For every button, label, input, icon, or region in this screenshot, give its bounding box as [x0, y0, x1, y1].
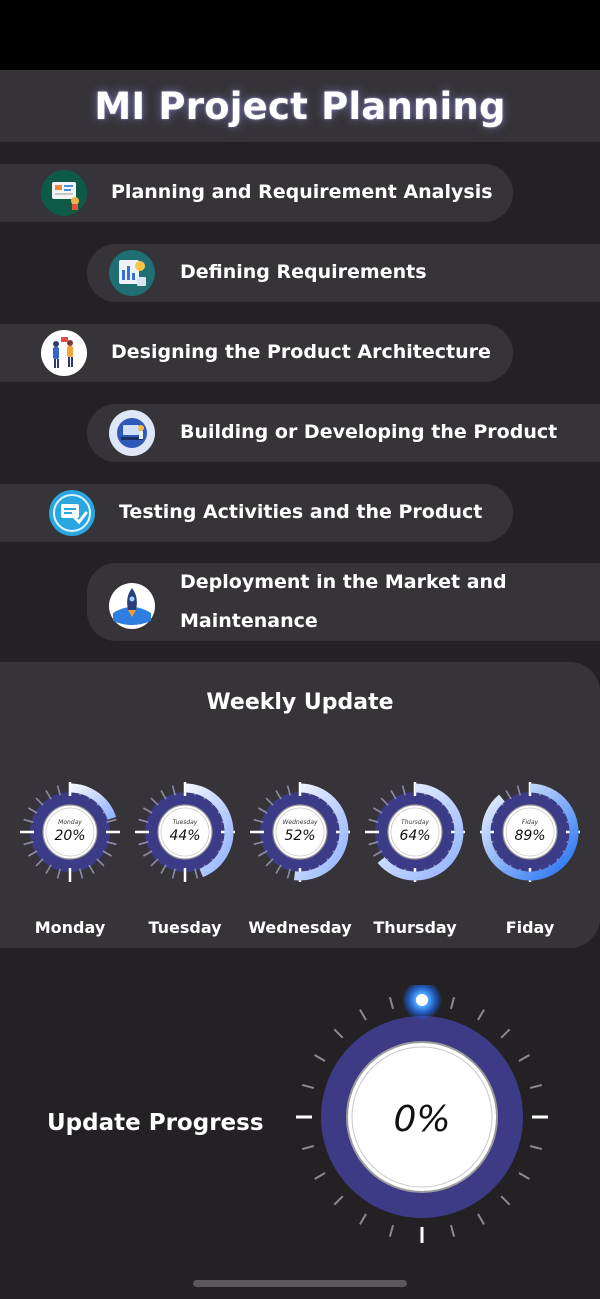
step-label: Testing Activities and the Product [119, 501, 483, 523]
dial-tick [450, 1224, 456, 1238]
dial-value: 89% [514, 828, 545, 844]
developer-desk-icon [109, 410, 155, 456]
progress-dial: Tuesday 44% [135, 782, 235, 882]
dial-tick [390, 790, 397, 800]
dial-tick [160, 864, 167, 874]
dial-tick [150, 797, 159, 806]
step-planning-requirement-analysis[interactable]: Planning and Requirement Analysis [0, 164, 513, 222]
dial-tick [35, 858, 44, 867]
dial-tick [373, 807, 383, 814]
dial-tick [333, 1195, 344, 1206]
dial-tick [160, 790, 167, 800]
dial-tick [450, 996, 456, 1010]
step-label: Designing the Product Architecture [111, 341, 491, 363]
dial-tick [102, 850, 112, 857]
update-progress-label: Update Progress [47, 1110, 264, 1136]
dial-tick [477, 1009, 485, 1021]
dial-tick [258, 807, 268, 814]
step-deployment-maintenance[interactable]: Deployment in the Market and Maintenance [87, 563, 600, 641]
dial-day-label: Wednesday [282, 819, 318, 826]
dial-tick [529, 1145, 543, 1151]
dial-tick [505, 790, 512, 800]
dial-value: 20% [54, 828, 85, 844]
dial-day-label: Thursday [401, 819, 429, 826]
planning-board-icon [41, 170, 87, 216]
dial-value: 44% [169, 828, 200, 844]
dial-tick [529, 1083, 543, 1089]
dial-tick [500, 1028, 511, 1039]
update-progress-value: 0% [393, 1099, 450, 1140]
dial-knob-core [416, 994, 428, 1006]
testing-checklist-icon [49, 490, 95, 536]
dial-tick [518, 1172, 530, 1180]
dial-value: 64% [399, 828, 430, 844]
day-name: Tuesday [148, 918, 222, 937]
title-bar: MI Project Planning [0, 70, 600, 142]
progress-dial: Thursday 64% [365, 782, 465, 882]
dial-tick [45, 790, 52, 800]
step-building-developing-product[interactable]: Building or Developing the Product [87, 404, 600, 462]
dial-tick [150, 858, 159, 867]
day-name: Wednesday [248, 918, 352, 937]
dial-tick [518, 1054, 530, 1062]
dial-value: 52% [284, 828, 315, 844]
step-label: Defining Requirements [180, 261, 427, 283]
dial-tick [143, 807, 153, 814]
dial-tick [28, 850, 38, 857]
day-name: Fiday [505, 918, 555, 937]
dial-tick [275, 864, 282, 874]
dial-tick [301, 1083, 315, 1089]
step-designing-product-architecture[interactable]: Designing the Product Architecture [0, 324, 513, 382]
dial-tick [35, 797, 44, 806]
dial-tick [477, 1213, 485, 1225]
dial-tick [265, 797, 274, 806]
dial-tick [275, 790, 282, 800]
dial-tick [301, 1145, 315, 1151]
dial-tick [500, 1195, 511, 1206]
dial-day-label: Tuesday [173, 819, 198, 826]
dial-tick [45, 864, 52, 874]
step-label: Building or Developing the Product [180, 421, 558, 443]
dial-tick [380, 797, 389, 806]
dial-tick [359, 1213, 367, 1225]
dial-tick [88, 864, 95, 874]
requirements-chart-icon [109, 250, 155, 296]
weekly-update-panel: Weekly Update Monday 20% Monday Tuesday 44… [0, 662, 600, 948]
dial-tick [258, 850, 268, 857]
dial-tick [143, 850, 153, 857]
page-title: MI Project Planning [94, 84, 506, 128]
dial-day-label: Monday [58, 819, 82, 826]
dial-tick [388, 996, 394, 1010]
day-name: Thursday [373, 918, 457, 937]
progress-dial: Monday 20% [20, 782, 120, 882]
app-screen: MI Project Planning Planning and Require… [0, 70, 600, 1299]
dial-tick [314, 1172, 326, 1180]
day-name: Monday [34, 918, 106, 937]
dial-tick [388, 1224, 394, 1238]
update-progress-dial[interactable]: 0% [290, 985, 560, 1255]
dial-tick [373, 850, 383, 857]
step-testing-activities-product[interactable]: Testing Activities and the Product [0, 484, 513, 542]
dial-tick [314, 1054, 326, 1062]
step-label: Planning and Requirement Analysis [111, 181, 493, 203]
progress-dial: Fiday 89% [480, 782, 580, 882]
dial-tick [265, 858, 274, 867]
weekly-update-title: Weekly Update [206, 690, 394, 715]
dial-tick [333, 1028, 344, 1039]
step-defining-requirements[interactable]: Defining Requirements [87, 244, 600, 302]
dial-day-label: Fiday [522, 819, 539, 826]
dial-tick [96, 858, 105, 867]
dial-tick [359, 1009, 367, 1021]
dial-tick [28, 807, 38, 814]
team-design-icon [41, 330, 87, 376]
home-indicator[interactable] [193, 1280, 407, 1287]
progress-dial: Wednesday 52% [250, 782, 350, 882]
rocket-launch-icon [109, 583, 155, 629]
step-label: Deployment in the Market and Maintenance [180, 571, 507, 632]
